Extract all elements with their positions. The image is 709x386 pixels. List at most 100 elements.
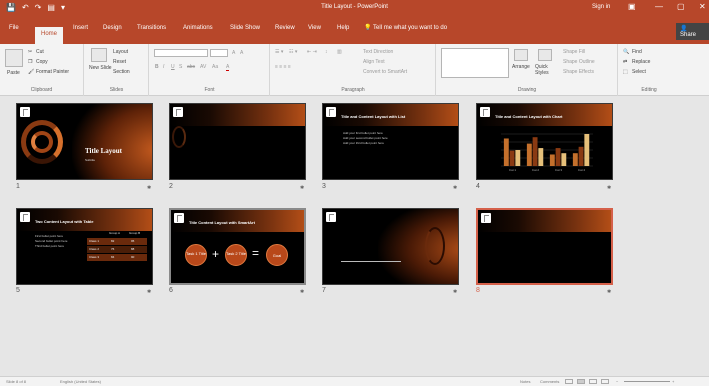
tell-me-search[interactable]: 💡 Tell me what you want to do [364,24,447,31]
tab-home[interactable]: Home [35,27,64,44]
language-status[interactable]: English (United States) [60,379,101,384]
find-button[interactable]: Find [632,49,642,55]
slide-thumbnail-2[interactable] [169,103,306,180]
tab-insert[interactable]: Insert [70,20,91,36]
minimize-icon[interactable]: — [655,2,663,11]
shape-outline-button[interactable]: Shape Outline [563,59,595,65]
text-direction-button[interactable]: Text Direction [363,49,393,55]
grow-font-icon[interactable]: A [232,50,235,56]
lightbulb-icon: 💡 [364,25,372,31]
arrange-button[interactable]: Arrange [512,64,530,70]
slide-thumbnail-8[interactable] [476,208,613,285]
section-button[interactable]: Section [113,69,130,75]
comments-button[interactable]: Comments [540,379,559,384]
quick-styles-icon[interactable] [538,49,552,61]
tab-help[interactable]: Help [334,20,352,36]
cut-button[interactable]: Cut [36,49,44,55]
copy-icon[interactable]: ❐ [28,59,32,65]
reading-view-icon[interactable] [589,379,597,384]
slide-sorter-view-icon[interactable] [577,379,585,384]
align-icons[interactable]: ≡ ≡ ≡ ≡ [275,64,291,70]
new-slide-icon[interactable] [91,48,107,62]
normal-view-icon[interactable] [565,379,573,384]
notes-button[interactable]: Notes [520,379,530,384]
slide-thumbnail-5[interactable]: Two Content Layout with Table First bull… [16,208,153,285]
maximize-icon[interactable]: ▢ [677,2,685,11]
reset-button[interactable]: Reset [113,59,126,65]
line-spacing-icon[interactable]: ↕ [325,49,328,55]
format-painter-icon[interactable]: 🖌 [28,69,34,75]
tab-animations[interactable]: Animations [180,20,216,36]
share-button[interactable]: 👤 Share [676,23,709,40]
tab-slide-show[interactable]: Slide Show [227,20,263,36]
ribbon-display-options-icon[interactable]: ▣ [628,2,636,11]
font-color-button[interactable]: A [226,64,230,71]
shape-effects-button[interactable]: Shape Effects [563,69,594,75]
slide-thumbnail-6[interactable]: Title Content Layout with SmartArt Task … [169,208,306,285]
quick-styles-button[interactable]: Quick Styles [535,64,557,76]
character-spacing-button[interactable]: AV [200,64,206,70]
align-text-button[interactable]: Align Text [363,59,385,65]
indent-icons[interactable]: ⇤ ⇥ [307,49,317,55]
tab-transitions[interactable]: Transitions [134,20,169,36]
font-name-select[interactable] [154,49,208,57]
paste-label[interactable]: Paste [7,70,20,76]
tab-design[interactable]: Design [100,20,125,36]
slide-count-status: Slide 8 of 8 [6,379,27,384]
shrink-font-icon[interactable]: A [240,50,243,56]
slide-number: 6 [169,287,173,294]
replace-icon[interactable]: ⇄ [623,59,627,65]
layout-button[interactable]: Layout [113,49,128,55]
table-cell: Class 1 [89,239,100,243]
new-slide-button[interactable]: New Slide [89,65,112,71]
shapes-gallery[interactable] [441,48,509,78]
cut-icon[interactable]: ✂ [28,49,32,55]
format-painter-button[interactable]: Format Painter [36,69,69,75]
tab-view[interactable]: View [305,20,324,36]
slide-thumbnail-1[interactable]: Title Layout Subtitle [16,103,153,180]
slide-title: Two Content Layout with Table [35,219,94,224]
zoom-in-button[interactable]: + [672,379,674,384]
paste-icon[interactable] [5,49,23,67]
arrange-icon[interactable] [514,49,528,61]
numbering-icon[interactable]: ☷ ▾ [289,49,297,55]
bold-button[interactable]: B [155,64,159,70]
zoom-out-button[interactable]: − [616,379,618,384]
app-logo-icon [326,107,336,117]
tell-me-text: Tell me what you want to do [373,25,448,31]
find-icon[interactable]: 🔍 [623,49,629,55]
convert-smartart-button[interactable]: Convert to SmartArt [363,69,407,75]
sign-in-link[interactable]: Sign in [592,4,610,10]
chart-bar [549,154,555,166]
slide-show-view-icon[interactable] [601,379,609,384]
select-icon[interactable]: ⬚ [623,69,628,75]
slide-thumbnail-7[interactable] [322,208,459,285]
copy-button[interactable]: Copy [36,59,48,65]
underline-button[interactable]: U [171,64,175,70]
tab-review[interactable]: Review [272,20,298,36]
change-case-button[interactable]: Aa [212,64,218,70]
italic-button[interactable]: I [163,64,164,70]
font-size-select[interactable] [210,49,228,57]
slide-number: 5 [16,287,20,294]
table-row: Class 2 76 88 [87,246,147,253]
select-button[interactable]: Select [632,69,646,75]
paragraph-group: ☰ ▾ ☷ ▾ ⇤ ⇥ ↕ ▥ ≡ ≡ ≡ ≡ Text Direction A… [271,44,436,96]
slide-thumbnail-3[interactable]: Title and Content Layout with List Add y… [322,103,459,180]
strikethrough-button[interactable]: abc [187,64,195,70]
status-bar: Slide 8 of 8 English (United States) Not… [0,376,709,386]
bullets-icon[interactable]: ☰ ▾ [275,49,283,55]
slide-title: Title and Content Layout with List [341,114,406,119]
shape-fill-button[interactable]: Shape Fill [563,49,585,55]
slide-thumbnail-4[interactable]: Title and Content Layout with Chart Cat … [476,103,613,180]
columns-icon[interactable]: ▥ [337,49,342,55]
close-icon[interactable]: ✕ [699,2,706,11]
slide-number: 4 [476,183,480,190]
replace-button[interactable]: Replace [632,59,650,65]
zoom-slider[interactable] [624,381,670,382]
slide-title: Title Layout [85,147,123,155]
tab-file[interactable]: File [6,20,22,36]
chart-bar [532,137,538,166]
chart-tick-label: Cat 1 [509,168,517,172]
shadow-button[interactable]: S [179,64,182,70]
